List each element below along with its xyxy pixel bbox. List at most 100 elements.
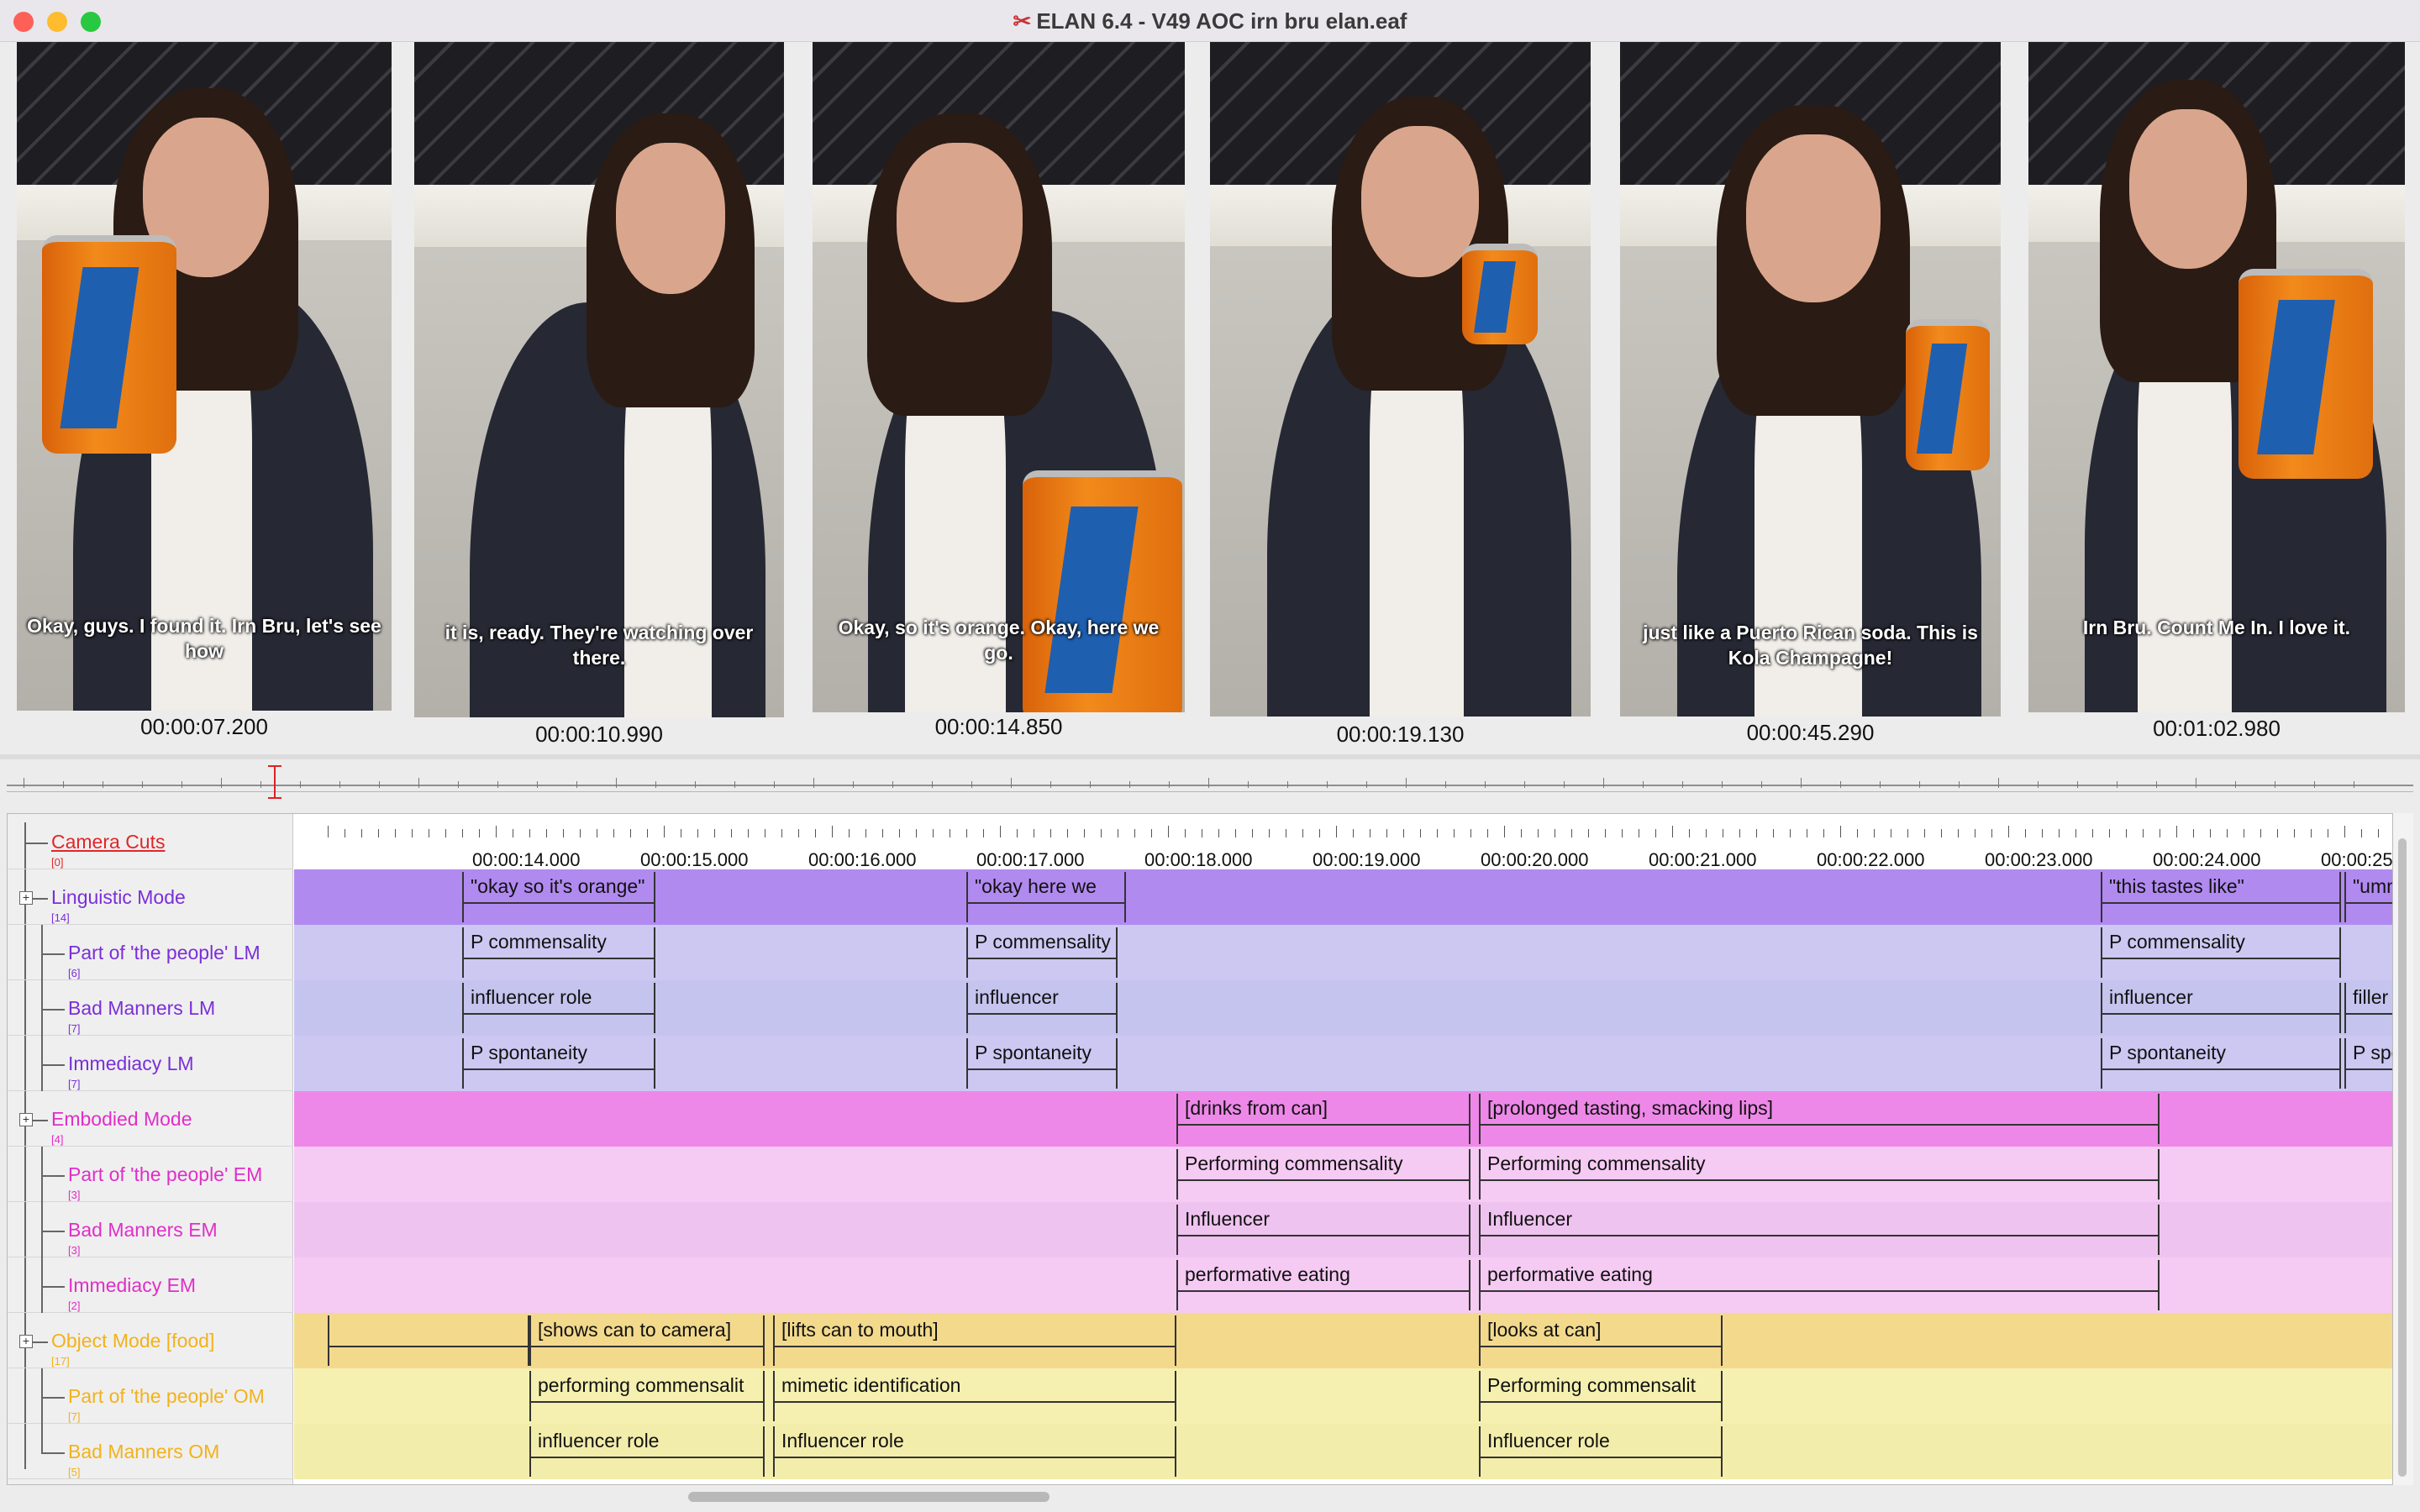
- annotation[interactable]: performing commensalit: [529, 1371, 765, 1421]
- video-frame-5[interactable]: just like a Puerto Rican soda. This is K…: [1620, 42, 2001, 717]
- annotation[interactable]: P spontaneity: [2101, 1038, 2341, 1089]
- tier-expander-icon[interactable]: +: [19, 1335, 33, 1348]
- annotation[interactable]: [shows can to camera]: [529, 1315, 765, 1366]
- tier-row[interactable]: Performing commensality Performing commen…: [294, 1147, 2392, 1202]
- annotation-bar: [2346, 1013, 2392, 1015]
- annotation[interactable]: Performing commensalit: [1479, 1371, 1723, 1421]
- tier-name-bad-manners-om[interactable]: Bad Manners OM [5]: [8, 1424, 293, 1479]
- annotation[interactable]: P commensality: [2101, 927, 2341, 978]
- vertical-scroll-thumb[interactable]: [2398, 838, 2407, 1477]
- video-timestamp: 00:00:45.290: [1746, 720, 1875, 745]
- tier-name-camera-cuts[interactable]: Camera Cuts [0]: [8, 814, 293, 869]
- ruler-tick: [916, 829, 917, 837]
- tier-name-part-of-the-people-lm[interactable]: Part of 'the people' LM [6]: [8, 925, 293, 980]
- tier-row[interactable]: P commensality P commensality P commensali…: [294, 925, 2392, 980]
- video-frame-6[interactable]: Irn Bru. Count Me In. I love it.: [2028, 42, 2405, 712]
- annotation[interactable]: Influencer role: [1479, 1426, 1723, 1477]
- tier-name-immediacy-lm[interactable]: Immediacy LM [7]: [8, 1036, 293, 1091]
- annotation[interactable]: P spontaneity: [2344, 1038, 2392, 1089]
- tier-name-bad-manners-em[interactable]: Bad Manners EM [3]: [8, 1202, 293, 1257]
- annotation[interactable]: "okay here we: [966, 872, 1126, 922]
- overview-tick: [853, 781, 854, 788]
- ruler-tick: [1269, 829, 1270, 837]
- annotation[interactable]: [lifts can to mouth]: [773, 1315, 1176, 1366]
- ruler-tick: [479, 829, 480, 837]
- tier-name-object-mode-food-[interactable]: + Object Mode [food] [17]: [8, 1313, 293, 1368]
- annotation-timeline[interactable]: Camera Cuts [0] + Linguistic Mode [14] Part o…: [7, 813, 2393, 1485]
- tier-name-embodied-mode[interactable]: + Embodied Mode [4]: [8, 1091, 293, 1147]
- tier-name-linguistic-mode[interactable]: + Linguistic Mode [14]: [8, 869, 293, 925]
- overview-tick: [1208, 778, 1209, 788]
- splitter[interactable]: [0, 754, 2420, 759]
- video-frame-3[interactable]: Okay, so it's orange. Okay, here we go.: [813, 42, 1185, 712]
- annotation-text: performative eating: [1487, 1263, 1653, 1285]
- annotation[interactable]: P commensality: [966, 927, 1118, 978]
- annotation-bar: [968, 902, 1124, 904]
- tier-name-part-of-the-people-om[interactable]: Part of 'the people' OM [7]: [8, 1368, 293, 1424]
- annotation[interactable]: influencer: [2101, 983, 2341, 1033]
- overview-tick: [260, 781, 261, 788]
- overview-tick: [2117, 781, 2118, 788]
- ruler-tick: [2042, 829, 2043, 837]
- video-frame-1[interactable]: Okay, guys. I found it. Irn Bru, let's s…: [17, 42, 392, 711]
- annotation[interactable]: filler: [2344, 983, 2392, 1033]
- annotation[interactable]: Performing commensality: [1479, 1149, 2160, 1200]
- annotation[interactable]: "okay so it's orange": [462, 872, 655, 922]
- tier-row[interactable]: performative eating performative eating: [294, 1257, 2392, 1313]
- overview-tick: [1050, 781, 1051, 788]
- annotation[interactable]: influencer: [966, 983, 1118, 1033]
- annotation[interactable]: "this tastes like": [2101, 872, 2341, 922]
- annotation-text: Performing commensality: [1185, 1152, 1403, 1174]
- tree-branch-h: [41, 1175, 65, 1177]
- horizontal-scrollbar[interactable]: [293, 1487, 2394, 1505]
- tier-expander-icon[interactable]: +: [19, 891, 33, 905]
- annotation[interactable]: performative eating: [1176, 1260, 1470, 1310]
- time-ruler[interactable]: 00:00:14.000 00:00:15.000 00:00:16.000 00:0…: [294, 814, 2392, 870]
- annotation[interactable]: [prolonged tasting, smacking lips]: [1479, 1094, 2160, 1144]
- tier-name-part-of-the-people-em[interactable]: Part of 'the people' EM [3]: [8, 1147, 293, 1202]
- annotation[interactable]: P spontaneity: [462, 1038, 655, 1089]
- tier-row[interactable]: [shows can to camera] [lifts can to mouth…: [294, 1313, 2392, 1368]
- annotation[interactable]: P spontaneity: [966, 1038, 1118, 1089]
- video-frame-2[interactable]: it is, ready. They're watching over ther…: [414, 42, 784, 717]
- annotation-bar: [1481, 1346, 1721, 1347]
- annotation[interactable]: performative eating: [1479, 1260, 2160, 1310]
- annotation[interactable]: Influencer: [1479, 1205, 2160, 1255]
- overview-tick: [1366, 781, 1367, 788]
- tier-row[interactable]: "okay so it's orange" "okay here we "this …: [294, 869, 2392, 925]
- tier-annotation-count: [0]: [51, 856, 64, 869]
- tier-row[interactable]: P spontaneity P spontaneity P spontaneity P…: [294, 1036, 2392, 1091]
- ruler-tick: [1874, 829, 1875, 837]
- tier-annotation-count: [7]: [68, 1022, 81, 1035]
- annotation-bar: [2102, 1013, 2339, 1015]
- tier-row[interactable]: performing commensalit mimetic identifica…: [294, 1368, 2392, 1424]
- annotation-text: P commensality: [975, 931, 1111, 953]
- annotation[interactable]: Performing commensality: [1176, 1149, 1470, 1200]
- annotation[interactable]: [drinks from can]: [1176, 1094, 1470, 1144]
- horizontal-scroll-thumb[interactable]: [688, 1492, 1050, 1502]
- tier-row[interactable]: [drinks from can] [prolonged tasting, sma…: [294, 1091, 2392, 1147]
- tier-expander-icon[interactable]: +: [19, 1113, 33, 1126]
- vertical-scrollbar[interactable]: [2393, 813, 2413, 1485]
- annotation[interactable]: influencer role: [529, 1426, 765, 1477]
- irn-bru-can: [42, 235, 176, 454]
- annotation[interactable]: influencer role: [462, 983, 655, 1033]
- tier-name-bad-manners-lm[interactable]: Bad Manners LM [7]: [8, 980, 293, 1036]
- tier-row[interactable]: influencer role Influencer role Influencer…: [294, 1424, 2392, 1479]
- annotation[interactable]: Influencer role: [773, 1426, 1176, 1477]
- tier-row[interactable]: Influencer Influencer: [294, 1202, 2392, 1257]
- video-frame-4[interactable]: [1210, 42, 1591, 717]
- tree-branch-h: [41, 1009, 65, 1011]
- annotation[interactable]: Influencer: [1176, 1205, 1470, 1255]
- annotation[interactable]: "umm": [2344, 872, 2392, 922]
- overview-tick: [379, 781, 380, 788]
- annotation[interactable]: [looks at can]: [1479, 1315, 1723, 1366]
- tier-name-immediacy-em[interactable]: Immediacy EM [2]: [8, 1257, 293, 1313]
- timeline-overview[interactable]: [7, 771, 2413, 800]
- overview-tick: [1090, 781, 1091, 788]
- annotation[interactable]: mimetic identification: [773, 1371, 1176, 1421]
- tier-row[interactable]: influencer role influencer influencer fille…: [294, 980, 2392, 1036]
- ruler-tick: [1000, 826, 1001, 837]
- annotation[interactable]: P commensality: [462, 927, 655, 978]
- annotation[interactable]: [328, 1315, 529, 1366]
